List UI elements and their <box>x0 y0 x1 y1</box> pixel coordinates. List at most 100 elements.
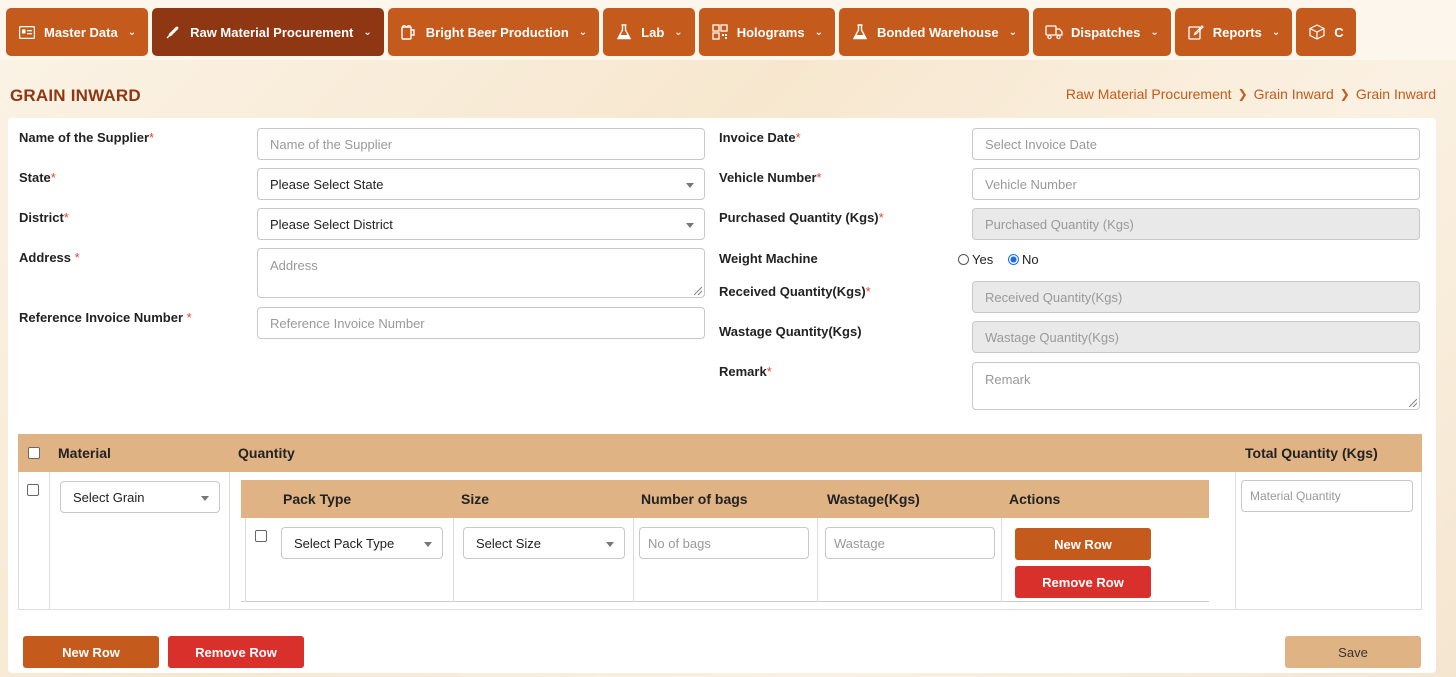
row-checkbox[interactable] <box>27 484 39 496</box>
chevron-down-icon: ⌄ <box>127 26 137 38</box>
divider <box>1235 472 1236 610</box>
bags-input[interactable]: No of bags <box>639 527 809 559</box>
breadcrumb-item: Grain Inward <box>1355 86 1436 102</box>
select-all-checkbox[interactable] <box>28 447 40 459</box>
ref-invoice-input[interactable]: Reference Invoice Number <box>257 307 705 339</box>
divider <box>817 518 818 602</box>
divider <box>229 472 230 610</box>
nav-label: Holograms <box>736 24 805 40</box>
breadcrumb: Raw Material Procurement ❯ Grain Inward … <box>1066 86 1436 102</box>
resize-handle-icon[interactable] <box>694 287 702 295</box>
edit-icon <box>1187 23 1205 41</box>
wastage-qty-input: Wastage Quantity(Kgs) <box>972 321 1420 353</box>
nav-reports[interactable]: Reports ⌄ <box>1174 8 1293 56</box>
quantity-column-header: Quantity <box>238 445 295 461</box>
vehicle-input[interactable]: Vehicle Number <box>972 168 1420 200</box>
nav-holograms[interactable]: Holograms ⌄ <box>698 8 835 56</box>
flask-icon <box>851 23 869 41</box>
actions-header: Actions <box>1009 491 1061 507</box>
flask-icon <box>615 23 633 41</box>
wastage-header: Wastage(Kgs) <box>827 491 920 507</box>
wheat-icon <box>164 23 182 41</box>
district-label: District* <box>19 210 69 225</box>
save-button[interactable]: Save <box>1285 636 1421 668</box>
qr-icon <box>711 23 729 41</box>
pack-table-row: Select Pack Type Select Size No of bags … <box>241 518 1209 602</box>
nav-label: C <box>1334 24 1344 40</box>
nav-label: Raw Material Procurement <box>190 24 354 40</box>
state-select[interactable]: Please Select State <box>257 168 705 200</box>
district-select[interactable]: Please Select District <box>257 208 705 240</box>
weight-machine-yes[interactable]: Yes <box>958 252 993 267</box>
purchased-qty-input: Purchased Quantity (Kgs) <box>972 208 1420 240</box>
beer-icon <box>400 23 418 41</box>
inner-remove-row-button[interactable]: Remove Row <box>1015 566 1151 598</box>
id-card-icon <box>18 23 36 41</box>
resize-handle-icon[interactable] <box>1409 399 1417 407</box>
address-textarea[interactable]: Address <box>257 248 705 298</box>
nav-label: Lab <box>641 24 665 40</box>
new-row-button[interactable]: New Row <box>23 636 159 668</box>
invoice-date-input[interactable]: Select Invoice Date <box>972 128 1420 160</box>
nav-label: Bright Beer Production <box>425 24 569 40</box>
divider <box>453 518 454 602</box>
wastage-qty-label: Wastage Quantity(Kgs) <box>719 324 862 339</box>
chevron-down-icon: ⌄ <box>1150 26 1159 38</box>
chevron-down-icon: ⌄ <box>363 26 372 38</box>
chevron-down-icon: ⌄ <box>674 26 683 38</box>
supplier-input[interactable]: Name of the Supplier <box>257 128 705 160</box>
remove-row-button[interactable]: Remove Row <box>168 636 304 668</box>
state-label: State* <box>19 170 56 185</box>
ref-invoice-label: Reference Invoice Number * <box>19 310 192 325</box>
page-title: GRAIN INWARD <box>10 86 141 105</box>
breadcrumb-item[interactable]: Raw Material Procurement <box>1066 86 1232 102</box>
nav-raw-material-procurement[interactable]: Raw Material Procurement ⌄ <box>152 8 384 56</box>
divider <box>633 518 634 602</box>
nav-dispatches[interactable]: Dispatches ⌄ <box>1032 8 1171 56</box>
material-table-header: Material Quantity Total Quantity (Kgs) <box>18 434 1422 472</box>
pack-type-select[interactable]: Select Pack Type <box>281 527 443 559</box>
remark-textarea[interactable]: Remark <box>972 362 1420 410</box>
chevron-down-icon: ⌄ <box>1008 26 1017 38</box>
chevron-right-icon: ❯ <box>1237 87 1248 101</box>
nav-label: Bonded Warehouse <box>876 24 999 40</box>
size-select[interactable]: Select Size <box>463 527 625 559</box>
nav-bonded-warehouse[interactable]: Bonded Warehouse ⌄ <box>838 8 1029 56</box>
received-qty-input: Received Quantity(Kgs) <box>972 281 1420 313</box>
nav-master-data[interactable]: Master Data ⌄ <box>6 8 149 56</box>
nav-label: Master Data <box>44 24 118 40</box>
box-icon <box>1308 23 1326 41</box>
material-quantity-input[interactable]: Material Quantity <box>1241 480 1413 512</box>
truck-icon <box>1045 23 1063 41</box>
vehicle-label: Vehicle Number* <box>719 170 822 185</box>
chevron-down-icon: ⌄ <box>578 26 588 38</box>
nav-bright-beer-production[interactable]: Bright Beer Production ⌄ <box>387 8 600 56</box>
bags-header: Number of bags <box>641 491 748 507</box>
chevron-down-icon: ⌄ <box>814 26 823 38</box>
divider <box>49 472 50 610</box>
pack-table-header: Pack Type Size Number of bags Wastage(Kg… <box>241 480 1209 518</box>
weight-machine-no[interactable]: No <box>1008 252 1039 267</box>
purchased-qty-label: Purchased Quantity (Kgs)* <box>719 210 884 225</box>
grain-select[interactable]: Select Grain <box>60 481 220 513</box>
nav-label: Reports <box>1212 24 1262 40</box>
total-column-header: Total Quantity (Kgs) <box>1245 445 1378 461</box>
divider <box>1001 518 1002 602</box>
material-table-row: Select Grain Material Quantity Pack Type… <box>18 472 1422 610</box>
radio-selected-icon[interactable] <box>1008 254 1019 265</box>
breadcrumb-item[interactable]: Grain Inward <box>1254 86 1334 102</box>
radio-empty-icon[interactable] <box>958 254 969 265</box>
pack-type-header: Pack Type <box>283 491 352 507</box>
top-navigation: Master Data ⌄ Raw Material Procurement ⌄… <box>0 0 1456 60</box>
material-column-header: Material <box>58 445 111 461</box>
inner-new-row-button[interactable]: New Row <box>1015 528 1151 560</box>
pack-row-checkbox[interactable] <box>255 530 267 542</box>
form-card: Name of the Supplier* Name of the Suppli… <box>8 118 1436 673</box>
nav-label: Dispatches <box>1070 24 1141 40</box>
wastage-input[interactable]: Wastage <box>825 527 995 559</box>
address-label: Address * <box>19 250 80 265</box>
divider <box>245 518 246 602</box>
size-header: Size <box>461 491 490 507</box>
nav-more[interactable]: C <box>1296 8 1356 56</box>
nav-lab[interactable]: Lab ⌄ <box>603 8 695 56</box>
